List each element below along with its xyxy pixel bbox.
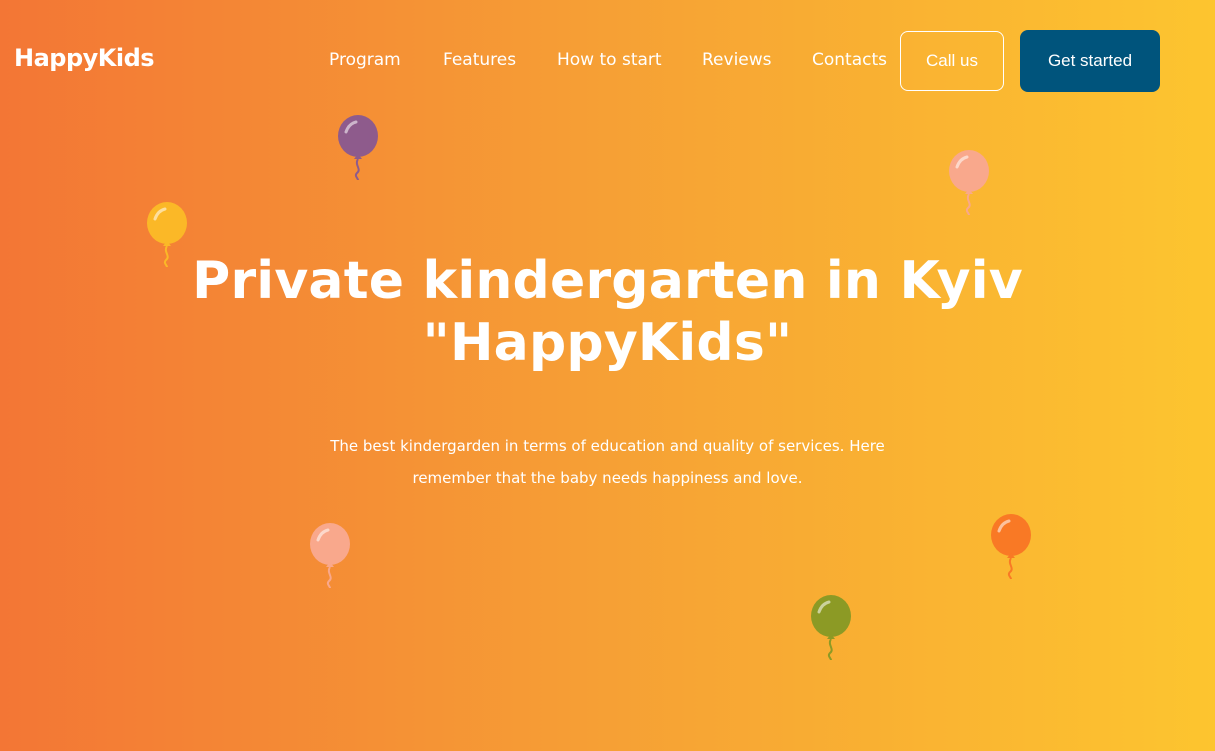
nav-features[interactable]: Features [443,46,516,74]
balloon-icon [991,514,1031,580]
hero-subtitle-line-2: remember that the baby needs happiness a… [412,469,803,487]
get-started-button[interactable]: Get started [1020,30,1160,92]
balloon-icon [147,202,187,268]
balloon-icon [949,150,989,216]
hero-title-line-2: "HappyKids" [422,313,793,373]
nav-program[interactable]: Program [329,46,401,74]
nav-how-to-start[interactable]: How to start [557,46,662,74]
balloon-icon [811,595,851,661]
hero-subtitle-line-1: The best kindergarden in terms of educat… [330,437,885,455]
call-us-button[interactable]: Call us [900,31,1004,91]
logo[interactable]: HappyKids [14,42,155,74]
hero-title-line-1: Private kindergarten in Kyiv [192,251,1023,311]
nav-contacts[interactable]: Contacts [812,46,887,74]
balloon-icon [310,523,350,589]
hero-subtitle: The best kindergarden in terms of educat… [320,430,895,494]
hero-title: Private kindergarten in Kyiv "HappyKids" [190,250,1025,374]
nav-reviews[interactable]: Reviews [702,46,772,74]
balloon-icon [338,115,378,181]
